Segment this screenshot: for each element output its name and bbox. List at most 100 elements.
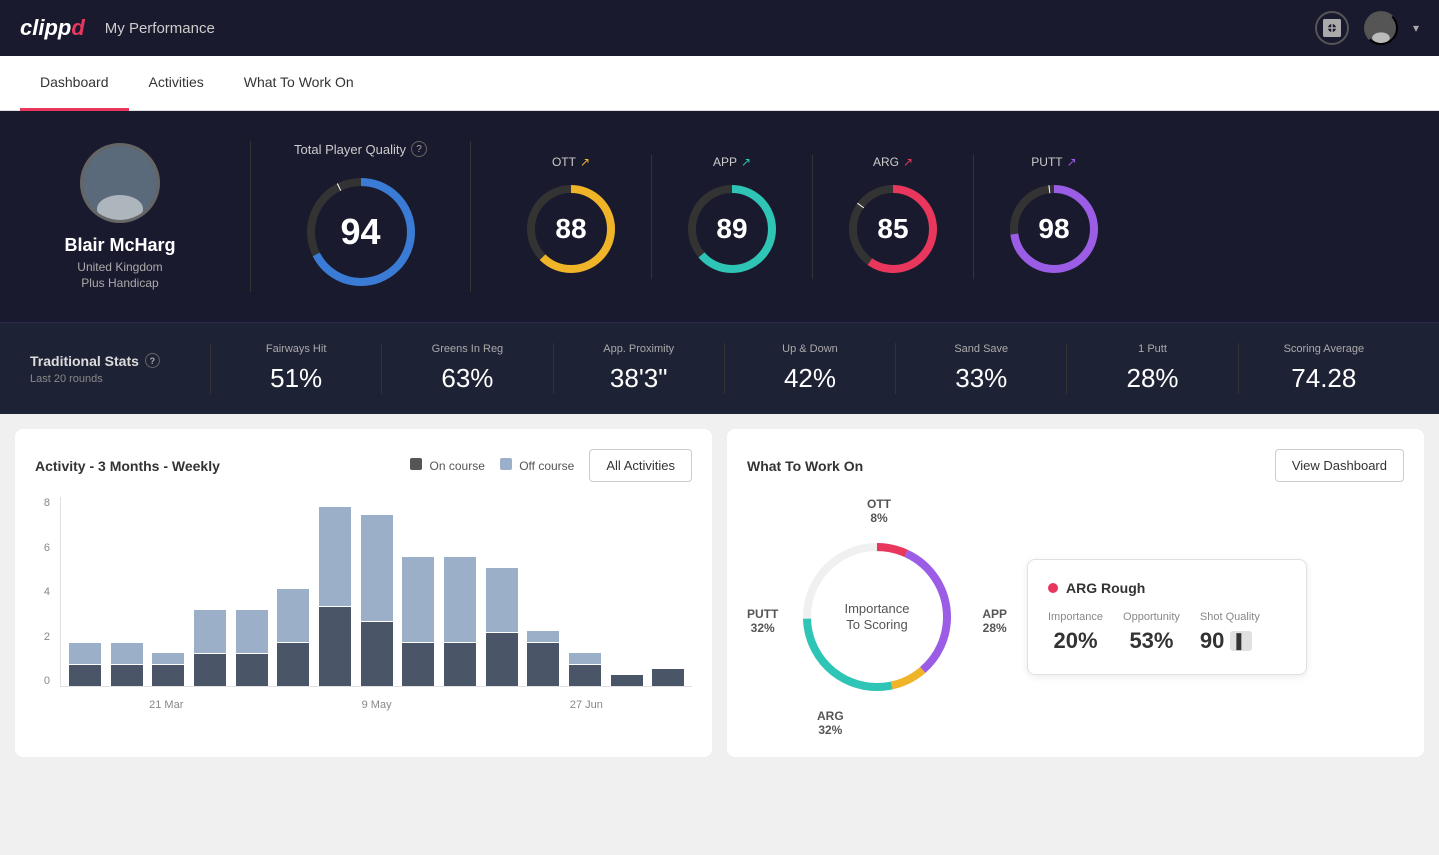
scores-section: Total Player Quality ? 94 OTT ↗ [250, 141, 1409, 292]
stats-row: Traditional Stats ? Last 20 rounds Fairw… [0, 322, 1439, 414]
nav-title: My Performance [105, 20, 215, 37]
bar-group [566, 507, 604, 686]
arg-rough-card: ARG Rough Importance 20% Opportunity 53%… [1027, 559, 1307, 675]
all-activities-button[interactable]: All Activities [589, 449, 692, 482]
total-quality: Total Player Quality ? 94 [291, 141, 471, 292]
opportunity-metric: Opportunity 53% [1123, 611, 1180, 654]
off-course-bar [111, 643, 143, 664]
putt-circle: 98 [1004, 179, 1104, 279]
plus-circle-icon [1323, 19, 1341, 37]
app-circle: 89 [682, 179, 782, 279]
off-course-dot [500, 458, 512, 470]
ott-label: OTT ↗ [552, 155, 590, 169]
on-course-bar [111, 665, 143, 686]
bar-group [274, 507, 312, 686]
bar-group [233, 507, 271, 686]
wtwo-panel-header: What To Work On View Dashboard [747, 449, 1404, 482]
stats-period: Last 20 rounds [30, 373, 210, 385]
app-label: APP ↗ [713, 155, 751, 169]
ott-circle: 88 [521, 179, 621, 279]
legend-on-course: On course [410, 458, 485, 473]
tab-what-to-work-on[interactable]: What To Work On [224, 56, 374, 111]
player-avatar [80, 143, 160, 223]
on-course-bar [486, 633, 518, 686]
off-course-bar [486, 568, 518, 632]
off-course-bar [402, 557, 434, 642]
off-course-bar [569, 653, 601, 664]
stat-app-proximity: App. Proximity 38'3" [553, 343, 724, 394]
bar-group [149, 507, 187, 686]
on-course-bar [277, 643, 309, 686]
user-avatar-button[interactable] [1364, 11, 1398, 45]
stats-label: Traditional Stats ? Last 20 rounds [30, 353, 210, 385]
ott-value: 88 [555, 213, 586, 245]
activity-panel-header: Activity - 3 Months - Weekly On course O… [35, 449, 692, 482]
info-metrics: Importance 20% Opportunity 53% Shot Qual… [1048, 611, 1286, 654]
putt-label: PUTT ↗ [1031, 155, 1076, 169]
avatar-image [83, 146, 157, 220]
arg-dot [1048, 583, 1058, 593]
quality-badge: ▌ [1230, 631, 1252, 651]
activity-chart-title: Activity - 3 Months - Weekly [35, 458, 220, 474]
bar-group [399, 507, 437, 686]
score-card-arg: ARG ↗ 85 [813, 155, 974, 279]
player-handicap: Plus Handicap [81, 276, 158, 290]
chart-legend: On course Off course [410, 458, 574, 473]
logo-text: clippd [20, 15, 85, 40]
stat-sand-save: Sand Save 33% [895, 343, 1066, 394]
view-dashboard-button[interactable]: View Dashboard [1275, 449, 1404, 482]
on-course-bar [236, 654, 268, 686]
on-course-bar [652, 669, 684, 686]
total-quality-circle: 94 [301, 172, 421, 292]
on-course-bar [69, 665, 101, 686]
on-course-bar [569, 665, 601, 686]
activity-chart-area: 8 6 4 2 0 21 Mar 9 May 27 Jun [35, 497, 692, 717]
stats-label-title: Traditional Stats ? [30, 353, 210, 369]
bar-group [649, 507, 687, 686]
on-course-bar [361, 622, 393, 686]
bar-group [483, 507, 521, 686]
off-course-bar [277, 589, 309, 642]
off-course-bar [236, 610, 268, 653]
bar-group [316, 507, 354, 686]
avatar-image [1366, 11, 1396, 45]
score-cards: OTT ↗ 88 APP ↗ [471, 155, 1409, 279]
legend-off-course: Off course [500, 458, 574, 473]
add-button[interactable] [1315, 11, 1349, 45]
off-course-bar [69, 643, 101, 664]
donut-area: Importance To Scoring OTT 8% APP 28% [747, 497, 1404, 737]
tab-dashboard[interactable]: Dashboard [20, 56, 129, 111]
tab-activities[interactable]: Activities [129, 56, 224, 111]
chart-x-labels: 21 Mar 9 May 27 Jun [60, 692, 692, 717]
arg-value: 85 [877, 213, 908, 245]
bar-group [524, 507, 562, 686]
bar-group [441, 507, 479, 686]
chart-bars [60, 497, 692, 687]
shot-quality-metric: Shot Quality 90 ▌ [1200, 611, 1260, 654]
total-quality-label: Total Player Quality ? [294, 141, 427, 157]
off-course-bar [361, 515, 393, 621]
arg-circle: 85 [843, 179, 943, 279]
stat-fairways-hit: Fairways Hit 51% [210, 343, 381, 394]
chart-y-labels: 8 6 4 2 0 [35, 497, 55, 687]
on-course-dot [410, 458, 422, 470]
score-card-ott: OTT ↗ 88 [491, 155, 652, 279]
importance-metric: Importance 20% [1048, 611, 1103, 654]
bar-group [108, 507, 146, 686]
app-value: 89 [716, 213, 747, 245]
on-course-bar [194, 654, 226, 686]
bar-group [191, 507, 229, 686]
arg-donut-label: ARG 32% [817, 709, 844, 737]
on-course-bar [444, 643, 476, 686]
on-course-bar [402, 643, 434, 686]
bar-group [358, 507, 396, 686]
stat-scoring-avg: Scoring Average 74.28 [1238, 343, 1409, 394]
donut-wrapper: Importance To Scoring OTT 8% APP 28% [747, 497, 1007, 737]
off-course-bar [194, 610, 226, 653]
info-card-header: ARG Rough [1048, 580, 1286, 596]
logo: clippd [20, 15, 85, 41]
svg-text:To Scoring: To Scoring [846, 617, 907, 632]
off-course-bar [527, 631, 559, 642]
hero-section: Blair McHarg United Kingdom Plus Handica… [0, 111, 1439, 322]
nav-right: ▾ [1315, 11, 1419, 45]
